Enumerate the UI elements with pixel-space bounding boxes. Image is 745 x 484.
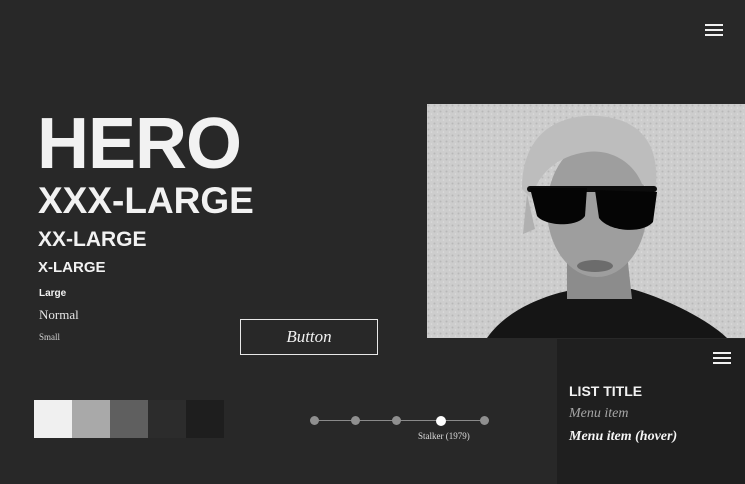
list-title: LIST TITLE <box>569 383 643 399</box>
carousel-slider: Stalker (1979) <box>306 410 492 450</box>
slider-dot[interactable] <box>392 416 401 425</box>
color-swatches <box>34 400 224 438</box>
small-text: Small <box>39 332 61 342</box>
menu-line <box>705 24 723 26</box>
swatch <box>186 400 224 438</box>
menu-line <box>705 34 723 36</box>
hamburger-menu-icon[interactable] <box>713 352 731 366</box>
menu-line <box>713 352 731 354</box>
menu-line <box>705 29 723 31</box>
slider-dot[interactable] <box>480 416 489 425</box>
xxx-large-heading: XXX-LARGE <box>38 180 254 221</box>
menu-item-hover[interactable]: Menu item (hover) <box>569 429 677 445</box>
xx-large-heading: XX-LARGE <box>38 228 147 251</box>
menu-panel: LIST TITLE Menu item Menu item (hover) <box>557 339 745 484</box>
portrait-photo <box>427 104 745 338</box>
slider-dot[interactable] <box>436 415 446 426</box>
swatch <box>34 400 72 438</box>
swatch <box>148 400 186 438</box>
hamburger-menu-icon[interactable] <box>705 24 723 38</box>
swatch <box>72 400 110 438</box>
menu-item[interactable]: Menu item <box>569 406 628 422</box>
slider-dot[interactable] <box>310 416 319 425</box>
large-text: Large <box>39 288 67 299</box>
slider-caption: Stalker (1979) <box>418 431 470 441</box>
sample-button[interactable]: Button <box>240 319 378 355</box>
x-large-heading: X-LARGE <box>38 259 106 276</box>
normal-text: Normal <box>39 307 79 322</box>
hero-heading: HERO <box>37 104 242 184</box>
slider-dot[interactable] <box>351 416 360 425</box>
menu-line <box>713 357 731 359</box>
portrait-illustration <box>427 104 745 338</box>
menu-line <box>713 362 731 364</box>
swatch <box>110 400 148 438</box>
